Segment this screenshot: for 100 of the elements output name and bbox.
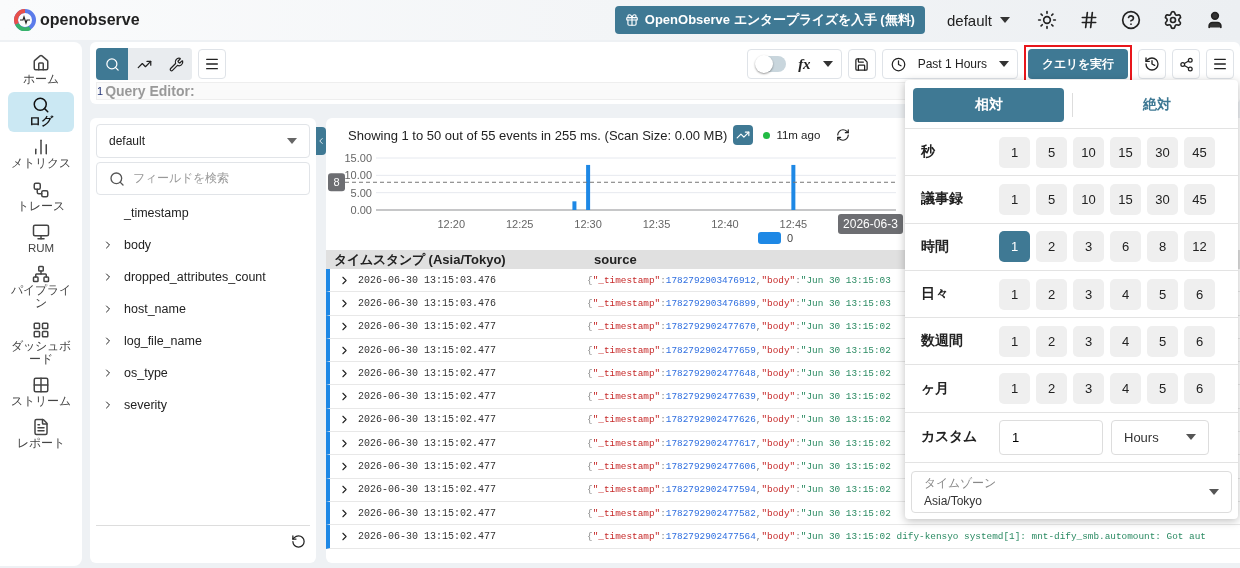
- menu-icon: [1212, 56, 1228, 72]
- function-toggle[interactable]: [756, 56, 787, 72]
- share-button[interactable]: [1172, 49, 1200, 79]
- source-cell: {"_timestamp":1782792902477606,"body":"Jun 30 13:15:02: [587, 461, 891, 472]
- collapse-handle[interactable]: [316, 127, 326, 155]
- field-item[interactable]: os_type: [96, 359, 310, 387]
- time-option[interactable]: 12: [1184, 231, 1215, 263]
- field-item[interactable]: dropped_attributes_count: [96, 263, 310, 291]
- organization-select[interactable]: default: [936, 11, 1020, 29]
- save-icon: [854, 56, 870, 72]
- time-option[interactable]: 4: [1110, 278, 1141, 310]
- dashboard-icon: [32, 320, 50, 339]
- time-option[interactable]: 6: [1184, 325, 1215, 357]
- time-option[interactable]: 2: [1036, 373, 1067, 405]
- field-item[interactable]: severity: [96, 391, 310, 419]
- nav-item[interactable]: パイプライン: [8, 261, 74, 315]
- time-option[interactable]: 15: [1110, 136, 1141, 168]
- source-cell: {"_timestamp":1782792902477648,"body":"Jun 30 13:15:02: [587, 367, 891, 379]
- nav-item[interactable]: ログ: [8, 92, 74, 133]
- field-item[interactable]: _timestamp: [96, 199, 310, 227]
- stream-select[interactable]: default: [96, 124, 310, 158]
- time-option[interactable]: 6: [1184, 278, 1215, 310]
- y-axis-label: 0.00: [350, 204, 372, 216]
- time-option[interactable]: 5: [1147, 325, 1178, 357]
- time-option[interactable]: 10: [1073, 136, 1104, 168]
- sun-icon[interactable]: [1037, 10, 1057, 30]
- search-icon: [104, 56, 120, 72]
- time-option[interactable]: 8: [1147, 231, 1178, 263]
- time-option[interactable]: 1: [999, 231, 1030, 263]
- bar-chart-icon: [32, 138, 50, 157]
- histogram-bar: [586, 164, 591, 210]
- menu-icon: [204, 56, 220, 72]
- time-option[interactable]: 15: [1110, 183, 1141, 215]
- histogram-bar: [791, 164, 796, 210]
- timestamp-cell-text: 2026-06-30 13:15:02.477: [358, 461, 498, 472]
- time-option[interactable]: 3: [1073, 373, 1104, 405]
- time-option[interactable]: 45: [1184, 183, 1215, 215]
- source-cell: {"_timestamp":1782792902477639,"body":"Jun 30 13:15:02: [587, 391, 891, 403]
- nav-item[interactable]: ホーム: [8, 50, 74, 91]
- time-option[interactable]: 5: [1147, 278, 1178, 310]
- nav-item[interactable]: レポート: [8, 414, 74, 455]
- menu-button[interactable]: [198, 49, 226, 79]
- refresh-icon[interactable]: [836, 128, 851, 142]
- time-option[interactable]: 1: [999, 373, 1030, 405]
- custom-value-input[interactable]: 1: [999, 419, 1103, 455]
- unit-label: 議事録: [921, 190, 964, 209]
- more-menu-button[interactable]: [1206, 49, 1234, 79]
- unit-select[interactable]: Hours: [1111, 419, 1209, 455]
- nav-item[interactable]: メトリクス: [8, 134, 74, 175]
- time-option[interactable]: 5: [1036, 136, 1067, 168]
- source-cell: {"_timestamp":1782792902477670,"body":"Jun 30 13:15:02: [587, 321, 891, 333]
- field-item[interactable]: host_name: [96, 295, 310, 323]
- time-option[interactable]: 6: [1110, 231, 1141, 263]
- reset-icon[interactable]: [291, 534, 306, 549]
- time-option[interactable]: 3: [1073, 325, 1104, 357]
- nav-item[interactable]: トレース: [8, 176, 74, 217]
- caret-icon: [822, 61, 833, 67]
- time-option[interactable]: 1: [999, 136, 1030, 168]
- help-icon[interactable]: [1121, 10, 1141, 30]
- nav-item[interactable]: RUM: [8, 218, 74, 260]
- run-query-button[interactable]: クエリを実行: [1028, 49, 1128, 79]
- field-item[interactable]: log_file_name: [96, 327, 310, 355]
- time-option[interactable]: 5: [1147, 373, 1178, 405]
- time-mode-tab[interactable]: 相対: [913, 88, 1064, 122]
- refresh-button[interactable]: [1138, 49, 1166, 79]
- time-option[interactable]: 4: [1110, 325, 1141, 357]
- hash-icon[interactable]: [1079, 10, 1099, 30]
- mode-tab[interactable]: [128, 48, 160, 80]
- time-option[interactable]: 1: [999, 278, 1030, 310]
- time-option[interactable]: 5: [1036, 183, 1067, 215]
- save-button[interactable]: [847, 49, 876, 79]
- time-option[interactable]: 4: [1110, 373, 1141, 405]
- time-option[interactable]: 45: [1184, 136, 1215, 168]
- time-option[interactable]: 30: [1147, 183, 1178, 215]
- function-toolbar[interactable]: fx: [747, 49, 842, 79]
- time-option[interactable]: 3: [1073, 278, 1104, 310]
- enterprise-button[interactable]: OpenObserve エンタープライズを入手 (無料): [614, 6, 925, 34]
- time-option[interactable]: 1: [999, 183, 1030, 215]
- threshold-badge: 8: [328, 173, 345, 192]
- field-item[interactable]: body: [96, 231, 310, 259]
- timezone-select[interactable]: タイムゾーン Asia/Tokyo: [911, 470, 1232, 513]
- settings-icon[interactable]: [1163, 10, 1183, 30]
- chart-toggle-button[interactable]: [733, 125, 754, 145]
- user-icon[interactable]: [1205, 10, 1225, 30]
- time-option[interactable]: 1: [999, 325, 1030, 357]
- time-range-button[interactable]: Past 1 Hours: [881, 49, 1018, 79]
- timestamp-cell-text: 2026-06-30 13:15:02.477: [358, 437, 498, 449]
- time-option[interactable]: 30: [1147, 136, 1178, 168]
- status-dot: [763, 131, 771, 139]
- nav-item[interactable]: ストリーム: [8, 371, 74, 413]
- line-number: 1: [97, 85, 104, 97]
- mode-tab[interactable]: [160, 48, 192, 80]
- time-option[interactable]: 2: [1036, 231, 1067, 263]
- time-option[interactable]: 3: [1073, 231, 1104, 263]
- time-option[interactable]: 2: [1036, 278, 1067, 310]
- time-option[interactable]: 6: [1184, 373, 1215, 405]
- nav-item[interactable]: ダッシュボード: [8, 316, 74, 370]
- time-option[interactable]: 10: [1073, 183, 1104, 215]
- caret-icon: [1186, 434, 1196, 441]
- time-option[interactable]: 2: [1036, 325, 1067, 357]
